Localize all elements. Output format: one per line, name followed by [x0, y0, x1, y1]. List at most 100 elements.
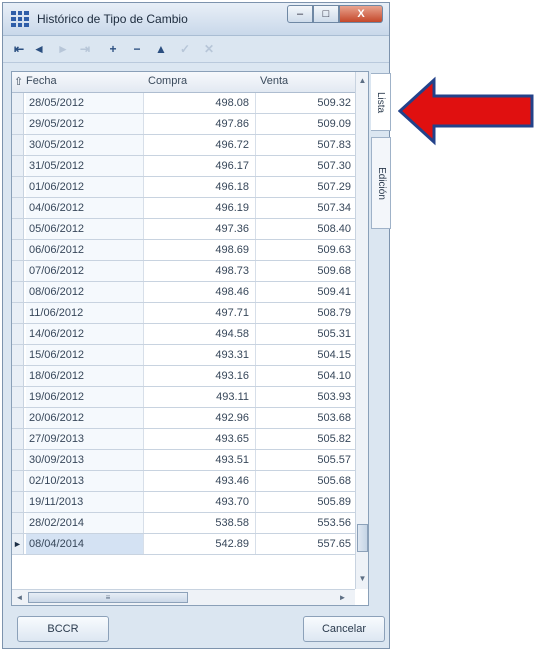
table-row[interactable]: 02/10/2013 493.46 505.68 [12, 471, 355, 492]
row-indicator[interactable] [12, 198, 24, 218]
current-row-marker-icon[interactable]: ► [12, 534, 24, 554]
row-indicator[interactable] [12, 177, 24, 197]
column-header-fecha[interactable]: Fecha [26, 75, 57, 87]
fecha-cell[interactable]: 02/10/2013 [26, 471, 144, 491]
scroll-down-arrow-icon[interactable]: ▼ [357, 572, 368, 586]
compra-cell[interactable]: 496.17 [144, 156, 256, 176]
row-indicator[interactable] [12, 471, 24, 491]
compra-cell[interactable]: 498.08 [144, 93, 256, 113]
fecha-cell[interactable]: 08/06/2012 [26, 282, 144, 302]
compra-cell[interactable]: 497.71 [144, 303, 256, 323]
post-record-button[interactable]: ✓ [175, 39, 195, 59]
venta-cell[interactable]: 507.30 [256, 156, 355, 176]
fecha-cell[interactable]: 19/06/2012 [26, 387, 144, 407]
table-row[interactable]: 07/06/2012 498.73 509.68 [12, 261, 355, 282]
venta-cell[interactable]: 503.93 [256, 387, 355, 407]
compra-cell[interactable]: 496.72 [144, 135, 256, 155]
fecha-cell[interactable]: 27/09/2013 [26, 429, 144, 449]
compra-cell[interactable]: 493.51 [144, 450, 256, 470]
row-indicator[interactable] [12, 408, 24, 428]
venta-cell[interactable]: 509.41 [256, 282, 355, 302]
fecha-cell[interactable]: 20/06/2012 [26, 408, 144, 428]
compra-cell[interactable]: 493.11 [144, 387, 256, 407]
compra-cell[interactable]: 542.89 [144, 534, 256, 554]
first-record-button[interactable]: ⇤ [9, 39, 29, 59]
tab-lista[interactable]: Lista [371, 73, 391, 131]
table-row[interactable]: 15/06/2012 493.31 504.15 [12, 345, 355, 366]
row-indicator[interactable] [12, 324, 24, 344]
compra-cell[interactable]: 497.36 [144, 219, 256, 239]
delete-record-button[interactable]: − [127, 39, 147, 59]
row-indicator[interactable] [12, 240, 24, 260]
compra-cell[interactable]: 492.96 [144, 408, 256, 428]
bccr-button[interactable]: BCCR [17, 616, 109, 642]
scroll-left-arrow-icon[interactable]: ◄ [14, 591, 25, 605]
row-indicator[interactable] [12, 156, 24, 176]
venta-cell[interactable]: 509.63 [256, 240, 355, 260]
fecha-cell[interactable]: 18/06/2012 [26, 366, 144, 386]
venta-cell[interactable]: 505.82 [256, 429, 355, 449]
fecha-cell[interactable]: 14/06/2012 [26, 324, 144, 344]
compra-cell[interactable]: 493.70 [144, 492, 256, 512]
table-row[interactable]: 31/05/2012 496.17 507.30 [12, 156, 355, 177]
row-indicator[interactable] [12, 282, 24, 302]
venta-cell[interactable]: 503.68 [256, 408, 355, 428]
table-row[interactable]: 19/06/2012 493.11 503.93 [12, 387, 355, 408]
tab-edicion[interactable]: Edición [371, 137, 391, 229]
compra-cell[interactable]: 496.18 [144, 177, 256, 197]
edit-record-button[interactable]: ▲ [151, 39, 171, 59]
scroll-up-arrow-icon[interactable]: ▲ [357, 74, 368, 88]
fecha-cell[interactable]: 01/06/2012 [26, 177, 144, 197]
row-indicator[interactable] [12, 387, 24, 407]
exchange-rate-grid[interactable]: ⇧ Fecha Compra Venta 28/05/2012 498.08 509… [11, 71, 369, 606]
table-row[interactable]: 01/06/2012 496.18 507.29 [12, 177, 355, 198]
compra-cell[interactable]: 498.46 [144, 282, 256, 302]
column-header-compra[interactable]: Compra [148, 75, 187, 87]
fecha-cell[interactable]: 04/06/2012 [26, 198, 144, 218]
row-indicator[interactable] [12, 114, 24, 134]
fecha-cell[interactable]: 15/06/2012 [26, 345, 144, 365]
venta-cell[interactable]: 509.09 [256, 114, 355, 134]
table-row[interactable]: 30/05/2012 496.72 507.83 [12, 135, 355, 156]
table-row[interactable]: 14/06/2012 494.58 505.31 [12, 324, 355, 345]
venta-cell[interactable]: 508.79 [256, 303, 355, 323]
venta-cell[interactable]: 509.68 [256, 261, 355, 281]
fecha-cell[interactable]: 30/05/2012 [26, 135, 144, 155]
compra-cell[interactable]: 498.69 [144, 240, 256, 260]
title-bar[interactable]: Histórico de Tipo de Cambio – □ X [3, 3, 389, 36]
fecha-cell[interactable]: 19/11/2013 [26, 492, 144, 512]
row-indicator[interactable] [12, 429, 24, 449]
table-row[interactable]: 28/05/2012 498.08 509.32 [12, 93, 355, 114]
row-indicator[interactable] [12, 366, 24, 386]
venta-cell[interactable]: 505.31 [256, 324, 355, 344]
row-indicator[interactable] [12, 450, 24, 470]
compra-cell[interactable]: 538.58 [144, 513, 256, 533]
horizontal-scroll-thumb[interactable]: ≡ [28, 592, 188, 603]
vertical-scrollbar[interactable]: ▲ ▼ [355, 72, 368, 589]
close-button[interactable]: X [339, 5, 383, 23]
compra-cell[interactable]: 498.73 [144, 261, 256, 281]
venta-cell[interactable]: 509.32 [256, 93, 355, 113]
table-row[interactable]: 20/06/2012 492.96 503.68 [12, 408, 355, 429]
compra-cell[interactable]: 493.16 [144, 366, 256, 386]
row-indicator[interactable] [12, 219, 24, 239]
row-indicator[interactable] [12, 135, 24, 155]
fecha-cell[interactable]: 07/06/2012 [26, 261, 144, 281]
table-row[interactable]: 27/09/2013 493.65 505.82 [12, 429, 355, 450]
venta-cell[interactable]: 505.89 [256, 492, 355, 512]
venta-cell[interactable]: 553.56 [256, 513, 355, 533]
table-row[interactable]: 29/05/2012 497.86 509.09 [12, 114, 355, 135]
cancel-button[interactable]: Cancelar [303, 616, 385, 642]
row-indicator[interactable] [12, 303, 24, 323]
venta-cell[interactable]: 507.29 [256, 177, 355, 197]
fecha-cell[interactable]: 29/05/2012 [26, 114, 144, 134]
venta-cell[interactable]: 507.83 [256, 135, 355, 155]
venta-cell[interactable]: 507.34 [256, 198, 355, 218]
scroll-right-arrow-icon[interactable]: ► [337, 591, 348, 605]
row-indicator[interactable] [12, 513, 24, 533]
table-row[interactable]: 08/06/2012 498.46 509.41 [12, 282, 355, 303]
fecha-cell[interactable]: 28/05/2012 [26, 93, 144, 113]
prior-record-button[interactable]: ◄ [29, 39, 49, 59]
venta-cell[interactable]: 557.65 [256, 534, 355, 554]
fecha-cell[interactable]: 06/06/2012 [26, 240, 144, 260]
